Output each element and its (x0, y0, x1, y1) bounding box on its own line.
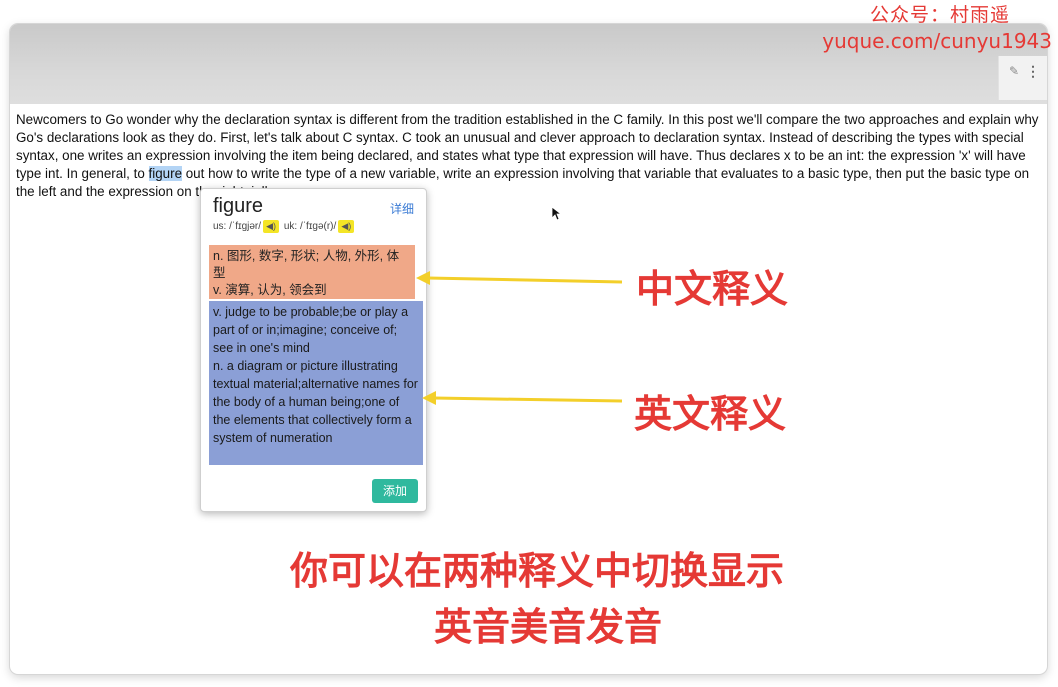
extension-toolbar: ✎ ⋮ (998, 56, 1047, 100)
chinese-definitions: n. 图形, 数字, 形状; 人物, 外形, 体型 v. 演算, 认为, 领会到 (209, 245, 415, 299)
en-definition: n. a diagram or picture illustrating tex… (213, 359, 418, 445)
en-definition: v. judge to be probable;be or play a par… (213, 305, 409, 355)
us-phonetic: /ˈfɪɡjər/ (229, 221, 262, 233)
watermark-url: yuque.com/cunyu1943 (822, 29, 1052, 53)
uk-label: uk: (283, 221, 298, 233)
phonetics: us: /ˈfɪɡjər/◀) uk: /ˈfɪɡə(r)/◀) (213, 220, 356, 233)
selected-word[interactable]: figure (148, 166, 183, 181)
dictionary-popup: figure 详细 us: /ˈfɪɡjər/◀) uk: /ˈfɪɡə(r)/… (200, 188, 427, 512)
detail-link[interactable]: 详细 (390, 200, 414, 217)
uk-speaker-icon[interactable]: ◀) (338, 220, 355, 233)
annotation-chinese: 中文释义 (636, 267, 789, 311)
annotation-pronounce: 英音美音发音 (434, 605, 663, 649)
mouse-cursor-icon (551, 206, 561, 221)
us-label: us: (213, 221, 227, 233)
cn-definition: v. 演算, 认为, 领会到 (213, 283, 327, 297)
annotation-english: 英文释义 (634, 392, 787, 436)
pin-icon[interactable]: ✎ (1005, 62, 1023, 80)
cn-definition: n. 图形, 数字, 形状; 人物, 外形, 体型 (213, 249, 400, 280)
watermark-account: 公众号：村雨遥 (869, 5, 1010, 26)
english-definitions: v. judge to be probable;be or play a par… (209, 301, 423, 465)
more-vertical-icon[interactable]: ⋮ (1025, 62, 1041, 80)
arrow-to-en-icon (422, 391, 623, 405)
uk-phonetic: /ˈfɪɡə(r)/ (299, 221, 337, 233)
add-button[interactable]: 添加 (372, 479, 418, 503)
arrow-to-cn-icon (416, 271, 623, 285)
watermark: 公众号：村雨遥 yuque.com/cunyu1943 (822, 4, 1052, 54)
popup-word: figure (213, 195, 264, 217)
article-text: Newcomers to Go wonder why the declarati… (16, 111, 1046, 201)
annotation-switch: 你可以在两种释义中切换显示 (290, 549, 785, 593)
us-speaker-icon[interactable]: ◀) (263, 220, 280, 233)
